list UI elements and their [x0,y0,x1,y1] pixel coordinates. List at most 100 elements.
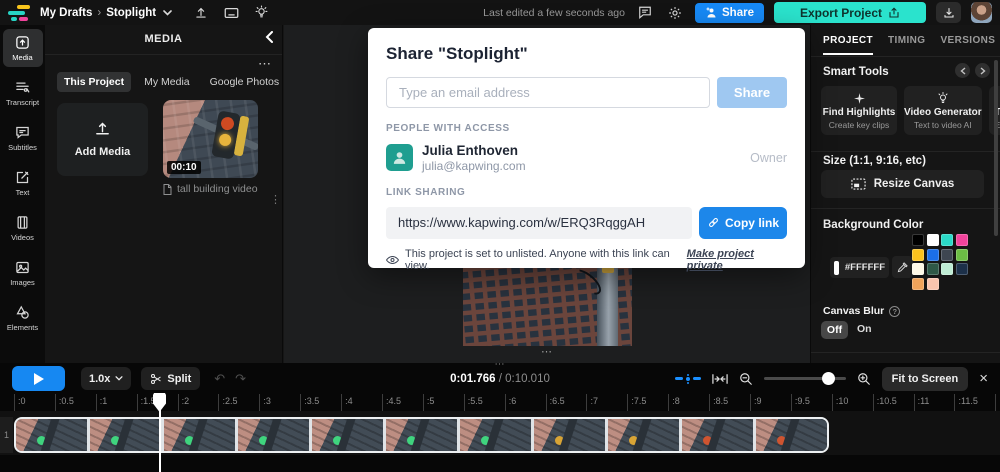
card-subtitle: Text to video AI [914,120,972,130]
help-icon[interactable]: ? [889,306,900,317]
breadcrumb[interactable]: My Drafts › Stoplight [40,3,173,23]
privacy-notice-text: This project is set to unlisted. Anyone … [405,248,681,272]
play-button[interactable] [12,366,65,391]
eyedropper-button[interactable] [892,256,913,278]
media-item-thumbnail[interactable]: 00:10 [163,100,258,178]
share-button[interactable]: Share [695,3,764,23]
color-swatch[interactable] [927,278,939,290]
zoom-in-icon[interactable] [857,372,871,386]
jump-to-edit-icon[interactable] [712,373,728,385]
redo-icon[interactable]: ↷ [235,371,246,387]
color-swatch[interactable] [956,263,968,275]
zoom-out-icon[interactable] [739,372,753,386]
color-swatch[interactable] [927,249,939,261]
video-generator-card[interactable]: Video Generator Text to video AI [904,86,982,135]
total-time: 0:10.010 [505,373,550,385]
color-swatch[interactable] [941,263,953,275]
color-swatch[interactable] [956,234,968,246]
current-time: 0:01.766 [450,373,495,385]
chevron-down-icon[interactable] [161,3,173,23]
copy-link-button[interactable]: Copy link [699,207,787,239]
videos-icon [15,215,30,230]
modal-share-button[interactable]: Share [717,77,787,108]
close-timeline-icon[interactable]: × [979,370,988,387]
add-media-button[interactable]: Add Media [57,103,148,176]
email-input[interactable] [386,77,710,108]
color-swatch[interactable] [912,278,924,290]
sidebar-item-elements[interactable]: Elements [3,299,43,337]
smart-tools-prev-icon[interactable] [955,63,970,78]
privacy-notice: This project is set to unlisted. Anyone … [386,248,787,272]
panel-scrollbar[interactable] [994,60,998,236]
settings-gear-icon[interactable] [665,3,685,23]
canvas-blur-on-toggle[interactable]: On [857,323,872,335]
export-project-button[interactable]: Export Project [774,2,926,23]
ruler-tick: :4 [341,394,382,411]
current-color-button[interactable]: #FFFFFF [830,257,889,278]
split-button[interactable]: Split [141,367,200,390]
breadcrumb-root[interactable]: My Drafts [40,7,92,19]
timeline: ⋯ 1.0x Split ↶ ↷ 0:01.766 / 0:10.010 [0,363,1000,472]
color-swatch[interactable] [927,234,939,246]
sidebar-item-images[interactable]: Images [3,254,43,292]
video-preview[interactable] [463,268,632,346]
tab-versions[interactable]: VERSIONS [940,35,995,55]
color-swatch[interactable] [912,263,924,275]
keyboard-shortcuts-icon[interactable] [221,3,241,23]
ruler-tick: :6.5 [546,394,587,411]
canvas-blur-off-toggle[interactable]: Off [821,321,848,339]
find-highlights-card[interactable]: Find Highlights Create key clips [821,86,897,135]
tab-this-project[interactable]: This Project [57,72,131,92]
ruler-tick: :12 [995,394,1000,411]
collapse-panel-icon[interactable] [265,31,274,43]
more-options-icon[interactable]: ⋯ [258,56,272,72]
smart-tools-cards: Find Highlights Create key clips Video G… [821,86,1000,135]
sidebar-item-transcript[interactable]: Transcript [3,74,43,112]
video-clip[interactable] [14,417,829,453]
user-avatar[interactable] [971,2,992,23]
current-color-swatch [834,261,839,275]
share-link-field[interactable]: https://www.kapwing.com/w/ERQ3RqggAH [386,207,692,239]
sidebar-item-text[interactable]: Text [3,164,43,202]
playback-speed-button[interactable]: 1.0x [81,367,131,390]
sidebar-item-subtitles[interactable]: Subtitles [3,119,43,157]
sidebar-item-media[interactable]: Media [3,29,43,67]
publish-icon[interactable] [191,3,211,23]
tab-project[interactable]: PROJECT [823,35,873,55]
suggestions-bulb-icon[interactable] [251,3,271,23]
ruler-tick: :10 [832,394,873,411]
timeline-toolbar: ⋯ 1.0x Split ↶ ↷ 0:01.766 / 0:10.010 [0,363,1000,394]
media-upload-icon [15,35,30,50]
download-button[interactable] [936,2,961,23]
color-swatch[interactable] [927,263,939,275]
color-swatch[interactable] [912,249,924,261]
color-swatch[interactable] [941,234,953,246]
share-modal: Share "Stoplight" Share PEOPLE WITH ACCE… [368,28,805,268]
resize-canvas-button[interactable]: Resize Canvas [821,170,984,198]
timeline-drag-handle[interactable]: ⋯ [495,359,506,370]
canvas-drag-handle[interactable]: ⋯ [541,345,553,358]
kapwing-logo-icon[interactable] [8,5,30,21]
sidebar-item-videos[interactable]: Videos [3,209,43,247]
color-swatch[interactable] [941,249,953,261]
make-private-link[interactable]: Make project private [687,248,787,272]
people-with-access-heading: PEOPLE WITH ACCESS [386,123,787,134]
smart-tools-next-icon[interactable] [975,63,990,78]
tab-my-media[interactable]: My Media [137,72,197,92]
color-swatch[interactable] [912,234,924,246]
ruler-tick: :9 [750,394,791,411]
panel-resize-handle[interactable]: ⋮ [270,193,281,206]
color-swatch[interactable] [956,249,968,261]
tab-timing[interactable]: TIMING [888,35,925,55]
fit-to-screen-button[interactable]: Fit to Screen [882,367,969,391]
images-icon [15,260,30,275]
clip-frame-thumbnail [90,419,164,451]
tab-google-photos[interactable]: Google Photos [203,72,286,92]
undo-icon[interactable]: ↶ [214,371,225,387]
person-avatar [386,144,413,171]
smart-cut-icon[interactable] [675,377,701,381]
timeline-zoom-slider[interactable] [764,377,846,380]
zoom-slider-knob[interactable] [822,372,835,385]
ruler-tick: :9.5 [791,394,832,411]
comments-icon[interactable] [635,3,655,23]
